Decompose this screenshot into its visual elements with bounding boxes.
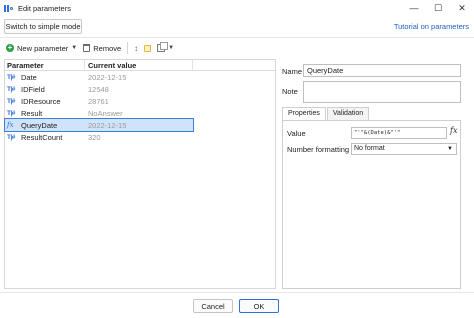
toolbar: + New parameter ▼ Remove ↕ ▼ <box>0 39 474 57</box>
number-formatting-value: No format <box>354 145 385 152</box>
chevron-down-icon[interactable]: ▼ <box>71 45 77 51</box>
minimize-button[interactable]: — <box>402 0 426 16</box>
dialog-buttons: Cancel OK <box>0 292 474 318</box>
parameter-name-cell: fx QueryDate <box>5 121 85 130</box>
chevron-down-icon: ▼ <box>447 146 453 152</box>
sort-icon: ↕ <box>134 43 139 53</box>
window-controls: — ☐ ✕ <box>402 0 474 16</box>
table-row[interactable]: fx QueryDate 2022-12-15 <box>4 118 194 132</box>
table-row[interactable]: T|# IDResource 28761 <box>5 95 275 107</box>
formula-button[interactable]: fx <box>450 126 457 135</box>
parameter-name-cell: T|# IDResource <box>5 97 85 106</box>
tutorial-link[interactable]: Tutorial on parameters <box>394 22 469 31</box>
value-type-icon: T|# <box>7 85 15 93</box>
new-parameter-button[interactable]: + New parameter ▼ <box>6 39 77 57</box>
switch-to-simple-mode-button[interactable]: Switch to simple mode <box>4 19 82 34</box>
sort-button[interactable]: ↕ <box>134 39 138 57</box>
close-button[interactable]: ✕ <box>450 0 474 16</box>
parameter-value: NoAnswer <box>88 108 123 118</box>
parameter-name-cell: T|# Date <box>5 73 85 82</box>
parameter-name-cell: T|# Result <box>5 109 85 118</box>
parameter-name: IDResource <box>21 96 61 106</box>
ok-button[interactable]: OK <box>239 299 279 313</box>
parameter-name: QueryDate <box>21 120 58 130</box>
toolbar-divider <box>127 42 129 54</box>
parameters-grid: Parameter Current value T|# Date 2022-12-1… <box>4 59 276 289</box>
lock-button[interactable] <box>144 39 152 57</box>
parameter-name-cell: T|# ResultCount <box>5 133 85 142</box>
remove-label: Remove <box>93 43 122 53</box>
column-header-current-value[interactable]: Current value <box>85 60 193 70</box>
parameter-name: Result <box>21 108 43 118</box>
value-type-icon: T|# <box>7 73 15 81</box>
name-field[interactable]: QueryDate <box>303 64 461 77</box>
value-field[interactable]: "'"&(Date)&"'" <box>351 127 447 139</box>
lock-icon <box>144 44 152 52</box>
chevron-down-icon[interactable]: ▼ <box>168 45 174 51</box>
parameter-value: 320 <box>88 132 101 142</box>
parameter-name: IDField <box>21 84 45 94</box>
copy-icon <box>157 42 169 52</box>
table-row[interactable]: T|# IDField 12548 <box>5 83 275 95</box>
cancel-button[interactable]: Cancel <box>193 299 233 313</box>
parameter-value: 2022-12-15 <box>88 120 127 130</box>
tab-properties[interactable]: Properties <box>282 107 326 120</box>
value-type-icon: T|# <box>7 109 15 117</box>
copy-button[interactable]: ▼ <box>157 39 174 57</box>
app-icon <box>4 4 14 13</box>
parameter-name: ResultCount <box>21 132 63 142</box>
column-header-parameter[interactable]: Parameter <box>5 60 85 70</box>
parameter-value: 28761 <box>88 96 109 106</box>
trash-icon <box>83 44 91 52</box>
details-tabs: Properties Validation <box>282 107 370 120</box>
table-row[interactable]: T|# Date 2022-12-15 <box>5 71 275 83</box>
number-formatting-label: Number formatting <box>287 145 350 154</box>
value-type-icon: T|# <box>7 133 15 141</box>
window-title: Edit parameters <box>18 3 71 13</box>
name-label: Name <box>282 67 303 76</box>
value-label: Value <box>287 129 306 138</box>
tab-validation[interactable]: Validation <box>326 107 370 120</box>
value-type-icon: T|# <box>7 97 15 105</box>
formula-icon: fx <box>7 121 14 129</box>
table-row[interactable]: T|# ResultCount 320 <box>5 131 275 143</box>
plus-icon: + <box>6 43 14 52</box>
grid-header: Parameter Current value <box>5 60 275 71</box>
title-bar: Edit parameters — ☐ ✕ <box>0 0 474 16</box>
details-panel: Name QueryDate Note Properties Validatio… <box>280 59 470 289</box>
grid-body: T|# Date 2022-12-15 T|# IDField 12548 T|# IDRes… <box>4 71 275 143</box>
properties-panel: Value "'"&(Date)&"'" fx Number formattin… <box>282 120 461 289</box>
parameter-name: Date <box>21 72 37 82</box>
maximize-button[interactable]: ☐ <box>426 0 450 16</box>
parameter-value: 12548 <box>88 84 109 94</box>
note-label: Note <box>282 87 298 96</box>
mode-bar: Switch to simple mode Tutorial on parame… <box>0 16 474 38</box>
note-field[interactable] <box>303 81 461 103</box>
parameter-name-cell: T|# IDField <box>5 85 85 94</box>
parameter-value: 2022-12-15 <box>88 72 127 82</box>
new-parameter-label: New parameter <box>17 43 69 53</box>
number-formatting-select[interactable]: No format ▼ <box>351 143 457 155</box>
table-row[interactable]: T|# Result NoAnswer <box>5 107 275 119</box>
remove-button[interactable]: Remove <box>83 39 121 57</box>
